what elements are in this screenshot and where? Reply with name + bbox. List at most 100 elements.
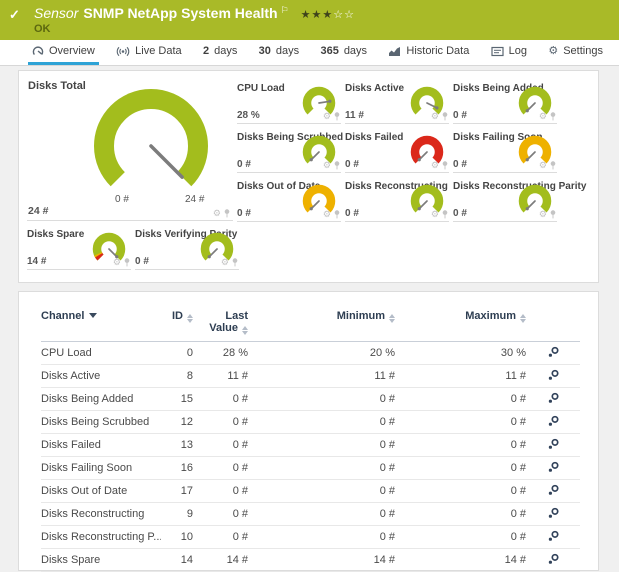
channel-settings-icon[interactable] <box>547 415 560 427</box>
gauge-value: 0 # <box>345 159 359 170</box>
table-row-disks-out-of-date[interactable]: Disks Out of Date 17 0 # 0 # 0 # <box>41 480 580 503</box>
channel-settings-icon[interactable] <box>547 392 560 404</box>
tab-2-days[interactable]: 2 days <box>199 40 241 65</box>
channel-settings-icon[interactable] <box>547 507 560 519</box>
cell-id: 16 <box>161 457 193 480</box>
panel-corner-icons: ⚙ <box>431 210 448 219</box>
column-header-minimum[interactable]: Minimum <box>248 306 395 342</box>
gauge-panel-disks-being-added[interactable]: Disks Being Added 0 # ⚙ <box>453 83 557 124</box>
gauge-panel-disks-verifying-parity[interactable]: Disks Verifying Parity 0 # ⚙ <box>135 229 239 270</box>
tab-historic-data[interactable]: Historic Data <box>384 40 473 65</box>
gear-icon[interactable]: ⚙ <box>213 209 221 218</box>
table-row-disks-failing-soon[interactable]: Disks Failing Soon 16 0 # 0 # 0 # <box>41 457 580 480</box>
pin-icon[interactable] <box>334 210 340 219</box>
gauge-panel-disks-spare[interactable]: Disks Spare 14 # ⚙ <box>27 229 131 270</box>
tab-settings[interactable]: ⚙Settings <box>544 40 607 65</box>
gauge-value: 0 # <box>453 110 467 121</box>
cell-minimum: 0 # <box>248 434 395 457</box>
pin-icon[interactable] <box>232 258 238 267</box>
gear-icon[interactable]: ⚙ <box>539 161 547 170</box>
pin-icon[interactable] <box>224 209 230 218</box>
table-row-disks-being-scrubbed[interactable]: Disks Being Scrubbed 12 0 # 0 # 0 # <box>41 411 580 434</box>
column-header-channel[interactable]: Channel <box>41 306 161 342</box>
gear-icon[interactable]: ⚙ <box>323 161 331 170</box>
channel-settings-icon[interactable] <box>547 484 560 496</box>
cell-channel[interactable]: Disks Being Added <box>41 388 161 411</box>
pin-icon[interactable] <box>442 161 448 170</box>
pin-icon[interactable] <box>442 210 448 219</box>
star-empty-icon[interactable]: ☆ <box>344 9 355 21</box>
gear-icon[interactable]: ⚙ <box>539 210 547 219</box>
tab-log[interactable]: Log <box>487 40 531 65</box>
panel-corner-icons: ⚙ <box>431 112 448 121</box>
table-row-disks-reconstructing[interactable]: Disks Reconstructing 9 0 # 0 # 0 # <box>41 503 580 526</box>
tab-overview[interactable]: Overview <box>28 40 99 65</box>
gauge-panel-disks-reconstructing-parity[interactable]: Disks Reconstructing Parity 0 # ⚙ <box>453 181 557 222</box>
pin-icon[interactable] <box>550 161 556 170</box>
gauge-panel-disks-being-scrubbed[interactable]: Disks Being Scrubbed 0 # ⚙ <box>237 132 341 173</box>
sort-icon <box>242 326 248 335</box>
cell-minimum: 0 # <box>248 526 395 549</box>
gauge-panel-disks-active[interactable]: Disks Active 11 # ⚙ <box>345 83 449 124</box>
star-filled-icon[interactable]: ★ <box>322 9 333 21</box>
gauge-panel-disks-out-of-date[interactable]: Disks Out of Date 0 # ⚙ <box>237 181 341 222</box>
flag-icon[interactable]: ⚐ <box>281 5 289 16</box>
table-row-disks-reconstructing-p[interactable]: Disks Reconstructing P... 10 0 # 0 # 0 # <box>41 526 580 549</box>
tab-live-data[interactable]: Live Data <box>112 40 185 65</box>
gear-icon[interactable]: ⚙ <box>113 258 121 267</box>
star-filled-icon[interactable]: ★ <box>312 9 323 21</box>
column-header-id[interactable]: ID <box>161 306 193 342</box>
pin-icon[interactable] <box>124 258 130 267</box>
pin-icon[interactable] <box>334 161 340 170</box>
star-empty-icon[interactable]: ☆ <box>333 9 344 21</box>
gauge-panel-cpu-load[interactable]: CPU Load 28 % ⚙ <box>237 83 341 124</box>
column-header-maximum[interactable]: Maximum <box>395 306 526 342</box>
channel-settings-icon[interactable] <box>547 369 560 381</box>
cell-channel[interactable]: Disks Reconstructing <box>41 503 161 526</box>
pin-icon[interactable] <box>442 112 448 121</box>
table-row-cpu-load[interactable]: CPU Load 0 28 % 20 % 30 % <box>41 342 580 365</box>
star-filled-icon[interactable]: ★ <box>301 9 312 21</box>
small-gauges-bottom-row: Disks Spare 14 # ⚙ Disks Verifying Parit… <box>27 229 239 270</box>
table-row-disks-being-added[interactable]: Disks Being Added 15 0 # 0 # 0 # <box>41 388 580 411</box>
cell-last-value: 0 # <box>193 457 248 480</box>
channel-settings-icon[interactable] <box>547 438 560 450</box>
gear-icon[interactable]: ⚙ <box>431 112 439 121</box>
cell-channel[interactable]: CPU Load <box>41 342 161 365</box>
table-row-disks-failed[interactable]: Disks Failed 13 0 # 0 # 0 # <box>41 434 580 457</box>
gear-icon[interactable]: ⚙ <box>431 210 439 219</box>
pin-icon[interactable] <box>334 112 340 121</box>
gear-icon[interactable]: ⚙ <box>431 161 439 170</box>
channel-settings-icon[interactable] <box>547 530 560 542</box>
pin-icon[interactable] <box>550 210 556 219</box>
gear-icon[interactable]: ⚙ <box>221 258 229 267</box>
tab-30-days[interactable]: 30 days <box>255 40 304 65</box>
channel-settings-icon[interactable] <box>547 553 560 565</box>
gear-icon[interactable]: ⚙ <box>323 210 331 219</box>
gauge-panel-disks-reconstructing[interactable]: Disks Reconstructing 0 # ⚙ <box>345 181 449 222</box>
cell-channel[interactable]: Disks Active <box>41 365 161 388</box>
priority-stars[interactable]: ★★★☆☆ <box>301 8 355 21</box>
gauge-panel-disks-total[interactable]: Disks Total 0 # 24 # 24 # ⚙ <box>27 78 233 221</box>
gauge-panel-disks-failing-soon[interactable]: Disks Failing Soon 0 # ⚙ <box>453 132 557 173</box>
channel-settings-icon[interactable] <box>547 461 560 473</box>
gauge-panel-disks-failed[interactable]: Disks Failed 0 # ⚙ <box>345 132 449 173</box>
panel-corner-icons: ⚙ <box>539 161 556 170</box>
column-header-last-value[interactable]: Last Value <box>193 306 248 342</box>
cell-channel[interactable]: Disks Being Scrubbed <box>41 411 161 434</box>
cell-channel[interactable]: Disks Spare <box>41 549 161 572</box>
pin-icon[interactable] <box>550 112 556 121</box>
table-row-disks-spare[interactable]: Disks Spare 14 14 # 14 # 14 # <box>41 549 580 572</box>
tab-365-days[interactable]: 365 days <box>316 40 371 65</box>
column-label: Last <box>225 310 248 322</box>
cell-channel[interactable]: Disks Reconstructing P... <box>41 526 161 549</box>
cell-channel[interactable]: Disks Out of Date <box>41 480 161 503</box>
cell-channel[interactable]: Disks Failed <box>41 434 161 457</box>
gear-icon[interactable]: ⚙ <box>539 112 547 121</box>
channel-settings-icon[interactable] <box>547 346 560 358</box>
log-icon <box>491 46 504 57</box>
table-row-disks-active[interactable]: Disks Active 8 11 # 11 # 11 # <box>41 365 580 388</box>
cell-channel[interactable]: Disks Failing Soon <box>41 457 161 480</box>
panel-corner-icons: ⚙ <box>323 112 340 121</box>
gear-icon[interactable]: ⚙ <box>323 112 331 121</box>
